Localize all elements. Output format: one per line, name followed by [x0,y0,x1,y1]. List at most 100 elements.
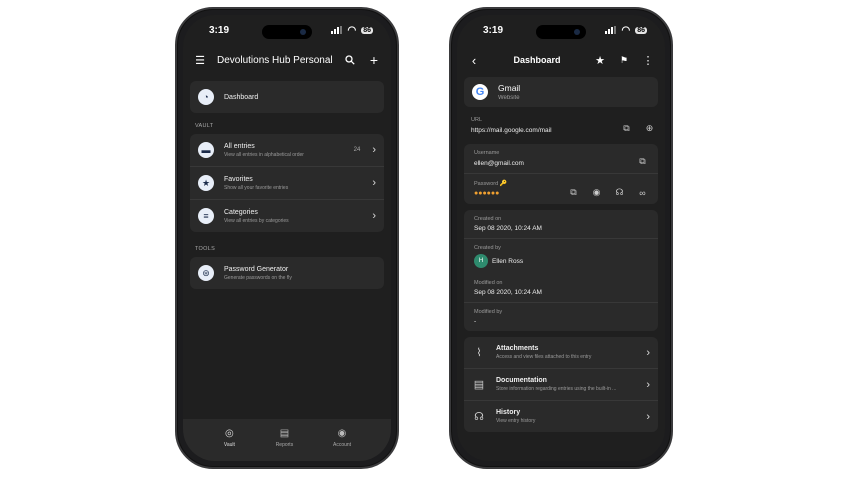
phone-left: 3:19 ◠ 86 ☰ Devolutions Hub Personal + ◔… [175,7,399,469]
item-title: Password Generator [224,265,289,273]
tools-card: ⊛ Password Generator Generate passwords … [190,257,384,289]
page-title: Dashboard [513,55,561,65]
headset-icon[interactable]: ☊ [614,187,625,198]
chevron-right-icon: › [646,346,650,359]
wifi-icon: ◠ [621,24,631,36]
password-field: Password 🔑 ●●●●●● ⧉ ◉ ☊ ∞ [464,173,658,204]
username-value[interactable]: ellen@gmail.com [474,160,637,167]
item-title: Favorites [224,175,253,183]
tab-reports[interactable]: ▤ Reports [276,427,294,461]
wifi-icon: ◠ [347,24,357,36]
binoculars-icon[interactable]: ∞ [637,187,648,198]
chevron-right-icon: › [372,144,376,156]
chevron-right-icon: › [372,177,376,189]
section-subtitle: Access and view files attached to this e… [496,354,592,360]
entry-header: G Gmail Website [464,77,658,107]
folder-icon: ▬ [198,142,214,158]
tab-label: Account [333,442,352,448]
vault-icon: ◎ [225,428,234,439]
phone-right: 3:19 ◠ 86 ‹ Dashboard ★ ⚑ ⋮ G Gmail Webs… [449,7,673,469]
modified-by-label: Modified by [474,309,503,315]
section-documentation[interactable]: ▤ Documentation Store information regard… [464,368,658,400]
tools-item-password-generator[interactable]: ⊛ Password Generator Generate passwords … [190,257,384,289]
metadata-card: Created on Sep 08 2020, 10:24 AM Created… [464,210,658,331]
entries-count: 24 [353,147,361,153]
signal-icon [331,26,343,34]
document-icon: ▤ [473,379,485,391]
chevron-right-icon: › [646,410,650,423]
app-bar: ‹ Dashboard ★ ⚑ ⋮ [457,45,665,75]
section-title: History [496,409,521,416]
screen-left: 3:19 ◠ 86 ☰ Devolutions Hub Personal + ◔… [183,15,391,461]
app-title: Devolutions Hub Personal [217,54,333,66]
url-field: URL https://mail.google.com/mail ⧉ ⊕ [457,111,665,140]
avatar: H [474,254,488,268]
search-icon[interactable] [343,53,357,67]
tab-account[interactable]: ◉ Account [333,427,351,461]
password-label: Password [474,181,499,187]
created-by-label: Created by [474,245,501,251]
tab-label: Vault [223,442,235,448]
modified-on-field: Modified on Sep 08 2020, 10:24 AM [464,274,658,302]
status-time: 3:19 [209,24,230,36]
chevron-right-icon: › [372,210,376,222]
vault-item-all-entries[interactable]: ▬ All entries View all entries in alphab… [190,134,384,166]
password-value[interactable]: ●●●●●● [474,190,568,197]
flag-icon[interactable]: ⚑ [617,53,631,67]
entry-type: Website [498,95,520,101]
tools-section-header: TOOLS [195,246,216,252]
copy-icon[interactable]: ⧉ [621,123,632,134]
signal-icon [605,26,617,34]
section-attachments[interactable]: ⌇ Attachments Access and view files atta… [464,337,658,368]
item-subtitle: View all entries by categories [224,217,289,224]
battery-badge: 86 [361,26,373,34]
vault-section-header: VAULT [195,123,214,129]
dashboard-card[interactable]: ◔ Dashboard [190,81,384,113]
dynamic-island [536,25,586,39]
section-history[interactable]: ☊ History View entry history › [464,400,658,432]
screen-right: 3:19 ◠ 86 ‹ Dashboard ★ ⚑ ⋮ G Gmail Webs… [457,15,665,461]
created-by-field: Created by H Ellen Ross [464,238,658,274]
credentials-card: Username ellen@gmail.com ⧉ Password 🔑 ●●… [464,144,658,204]
more-vert-icon[interactable]: ⋮ [641,53,655,67]
account-icon: ◉ [337,428,347,439]
vault-item-favorites[interactable]: ★ Favorites Show all your favorite entri… [190,166,384,199]
vault-card: ▬ All entries View all entries in alphab… [190,134,384,232]
created-on-field: Created on Sep 08 2020, 10:24 AM [464,210,658,238]
item-title: Categories [224,208,258,216]
vault-item-categories[interactable]: ≡ Categories View all entries by categor… [190,199,384,232]
list-icon: ≡ [198,208,214,224]
created-on-value: Sep 08 2020, 10:24 AM [474,225,542,232]
modified-on-value: Sep 08 2020, 10:24 AM [474,289,542,296]
entry-name: Gmail [498,83,521,93]
dashboard-icon: ◔ [198,89,214,105]
battery-badge: 86 [635,26,647,34]
url-value[interactable]: https://mail.google.com/mail [471,127,621,134]
menu-icon[interactable]: ☰ [193,53,207,67]
dashboard-item[interactable]: ◔ Dashboard [190,81,384,113]
star-icon[interactable]: ★ [593,53,607,67]
chevron-right-icon: › [646,378,650,391]
tab-vault[interactable]: ◎ Vault [223,427,236,461]
app-bar: ☰ Devolutions Hub Personal + [183,45,391,75]
tab-label: Reports [275,442,294,448]
clipboard-icon: ▤ [279,428,290,439]
status-time: 3:19 [483,24,504,36]
paperclip-icon: ⌇ [476,347,482,359]
dashboard-label: Dashboard [224,93,259,101]
item-subtitle: View all entries in alphabetical order [224,151,304,158]
item-subtitle: Show all your favorite entries [224,184,289,191]
add-icon[interactable]: + [367,52,381,68]
eye-icon[interactable]: ◉ [591,187,602,198]
section-title: Documentation [496,377,547,384]
item-title: All entries [224,142,255,150]
created-by-value: Ellen Ross [492,257,524,265]
copy-icon[interactable]: ⧉ [568,187,579,198]
copy-icon[interactable]: ⧉ [637,156,648,167]
item-subtitle: Generate passwords on the fly [224,274,292,281]
dynamic-island [262,25,312,39]
modified-by-value: - [474,318,477,325]
back-arrow-icon[interactable]: ‹ [467,53,481,68]
section-title: Attachments [496,345,539,352]
globe-icon[interactable]: ⊕ [644,123,655,134]
